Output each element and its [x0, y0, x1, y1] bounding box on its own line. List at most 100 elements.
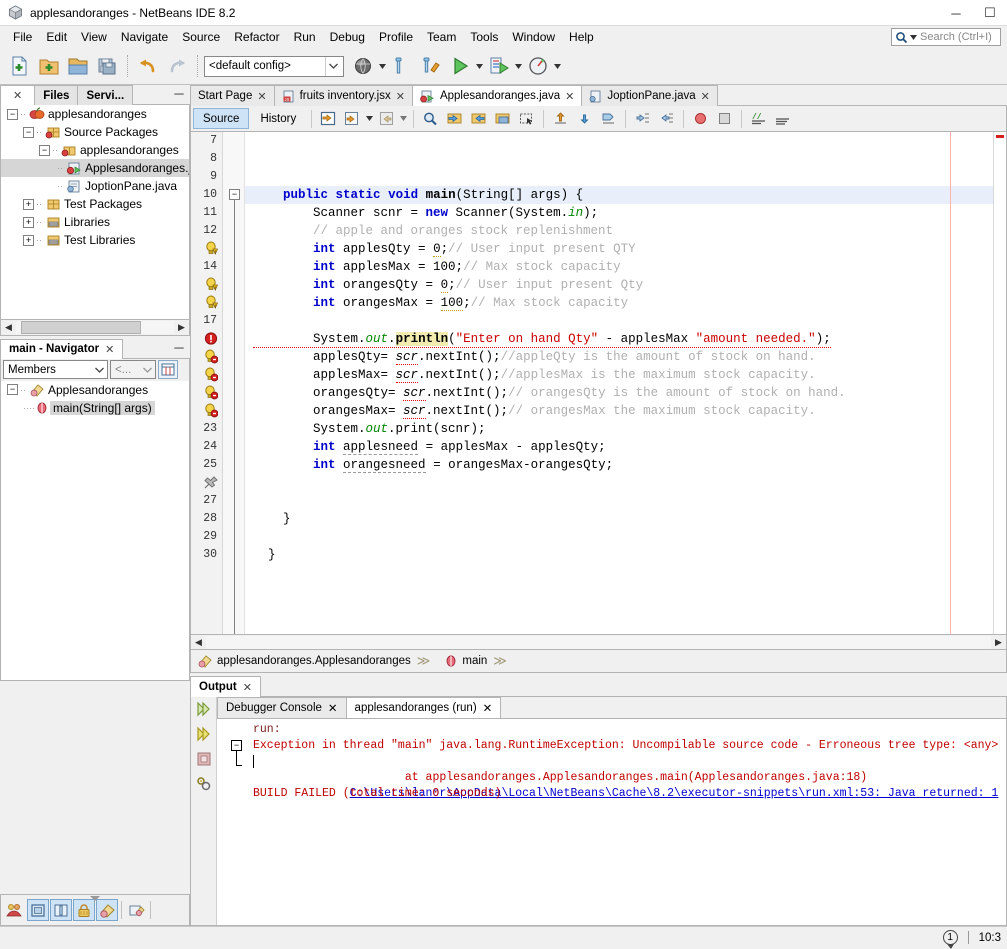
code-line[interactable]: public static void main(String[] args) {	[245, 186, 993, 204]
clean-build-button[interactable]	[388, 51, 416, 81]
tab-files[interactable]: Files	[34, 85, 78, 105]
tab-navigator[interactable]: main - Navigator ✕	[0, 339, 123, 359]
tab-applesandoranges-run[interactable]: applesandoranges (run) ✕	[346, 697, 502, 718]
chevron-down-icon[interactable]	[140, 367, 155, 373]
tree-row-joptionpane-java[interactable]: ·· JoptionPane.java	[1, 177, 189, 195]
output-window-icon[interactable]	[27, 899, 49, 921]
tab-history[interactable]: History	[250, 108, 306, 129]
close-icon[interactable]: ✕	[257, 90, 266, 103]
minimize-window-button[interactable]: ─	[168, 85, 190, 105]
rerun-icon[interactable]	[195, 701, 213, 720]
code-text-area[interactable]: public static void main(String[] args) {…	[245, 132, 993, 634]
previous-bookmark-icon[interactable]	[549, 108, 572, 130]
scroll-left-icon[interactable]: ◀	[191, 635, 206, 649]
tab-debugger-console[interactable]: Debugger Console ✕	[217, 697, 347, 718]
menu-run[interactable]: Run	[287, 28, 323, 46]
output-fold-toggle-icon[interactable]: −	[231, 740, 242, 751]
run-project-button[interactable]	[446, 51, 474, 81]
find-previous-icon[interactable]	[443, 108, 466, 130]
team-icon[interactable]	[4, 899, 26, 921]
breadcrumb-class[interactable]: applesandoranges.Applesandoranges	[217, 655, 411, 667]
menu-source[interactable]: Source	[175, 28, 227, 46]
error-bulb-icon[interactable]	[191, 402, 222, 420]
comment-icon[interactable]: //	[747, 108, 770, 130]
back-dropdown-arrow[interactable]	[365, 116, 374, 121]
run-dropdown-arrow[interactable]	[475, 64, 484, 69]
start-macro-recording-icon[interactable]	[689, 108, 712, 130]
code-editor[interactable]: 789101112!14!!1723242527282930 − public …	[190, 132, 1007, 635]
menu-view[interactable]: View	[74, 28, 114, 46]
editor-horizontal-scrollbar[interactable]: ◀ ▶	[190, 635, 1007, 650]
line-number[interactable]: 17	[191, 312, 222, 330]
code-line[interactable]: orangesMax= scr.nextInt();// orangesMax …	[245, 402, 993, 420]
shift-right-icon[interactable]	[655, 108, 678, 130]
error-bulb-icon[interactable]	[191, 366, 222, 384]
code-line[interactable]: System.out.print(scnr);	[245, 420, 993, 438]
minimize-navigator-button[interactable]: ─	[168, 339, 190, 359]
expander-icon[interactable]: +	[23, 199, 34, 210]
line-number[interactable]: 25	[191, 456, 222, 474]
line-number[interactable]: 9	[191, 168, 222, 186]
line-number[interactable]: 12	[191, 222, 222, 240]
stop-macro-recording-icon[interactable]	[713, 108, 736, 130]
line-number[interactable]: 30	[191, 546, 222, 564]
tab-applesandoranges-java[interactable]: Applesandoranges.java ✕	[412, 85, 582, 106]
close-icon[interactable]: ✕	[105, 343, 114, 356]
scroll-thumb[interactable]	[21, 321, 141, 334]
open-project-button[interactable]	[64, 51, 92, 81]
code-line[interactable]: }	[245, 546, 993, 564]
menu-refactor[interactable]: Refactor	[227, 28, 286, 46]
toggle-rectangular-selection-icon[interactable]	[515, 108, 538, 130]
expander-icon[interactable]: −	[7, 384, 18, 395]
error-stripe-mark[interactable]	[996, 135, 1004, 138]
code-line[interactable]	[245, 132, 993, 150]
line-number[interactable]: 27	[191, 492, 222, 510]
code-line[interactable]: Scanner scnr = new Scanner(System.in);	[245, 204, 993, 222]
scroll-track[interactable]	[206, 636, 991, 649]
project-config-combo[interactable]: <default config>	[204, 56, 344, 77]
error-bulb-icon[interactable]	[191, 348, 222, 366]
code-line[interactable]	[245, 528, 993, 546]
warning-bulb-icon[interactable]: !	[191, 276, 222, 294]
line-number[interactable]: 29	[191, 528, 222, 546]
scroll-right-icon[interactable]: ▶	[991, 635, 1006, 649]
navigator-row-method[interactable]: ···· main(String[] args)	[1, 399, 189, 417]
tree-row-package[interactable]: − ·· applesandoranges	[1, 141, 189, 159]
warning-bulb-icon[interactable]: !	[191, 240, 222, 258]
shift-left-icon[interactable]	[631, 108, 654, 130]
code-line[interactable]	[245, 312, 993, 330]
menu-help[interactable]: Help	[562, 28, 601, 46]
code-line[interactable]: orangesQty= scr.nextInt();// orangesQty …	[245, 384, 993, 402]
close-icon[interactable]: ✕	[565, 90, 574, 103]
uncomment-icon[interactable]	[771, 108, 794, 130]
menu-team[interactable]: Team	[420, 28, 463, 46]
inspector-icon[interactable]	[125, 899, 147, 921]
error-annotation-stripe[interactable]	[993, 132, 1006, 634]
code-line[interactable]: applesMax= scr.nextInt();//applesMax is …	[245, 366, 993, 384]
close-icon[interactable]: ✕	[13, 89, 22, 102]
menu-debug[interactable]: Debug	[323, 28, 372, 46]
tab-output[interactable]: Output ✕	[190, 676, 261, 697]
close-icon[interactable]: ✕	[483, 701, 493, 715]
close-icon[interactable]: ✕	[396, 90, 405, 103]
undo-button[interactable]	[134, 51, 162, 81]
tab-source[interactable]: Source	[193, 108, 249, 129]
chevron-down-icon[interactable]	[92, 367, 107, 373]
tree-row-test-packages[interactable]: + ·· Test Packages	[1, 195, 189, 213]
back-icon[interactable]	[341, 108, 364, 130]
tree-row-project[interactable]: − ·· applesandoranges	[1, 105, 189, 123]
code-line[interactable]: int applesQty = 0;// User input present …	[245, 240, 993, 258]
menu-edit[interactable]: Edit	[39, 28, 74, 46]
line-number-gutter[interactable]: 789101112!14!!1723242527282930	[191, 132, 223, 634]
search-input[interactable]: Search (Ctrl+I)	[891, 28, 1001, 46]
palette-icon[interactable]	[96, 899, 118, 921]
line-number[interactable]: 8	[191, 150, 222, 168]
code-line[interactable]	[245, 474, 993, 492]
scroll-right-icon[interactable]: ▶	[174, 320, 189, 334]
redo-button[interactable]	[163, 51, 191, 81]
forward-icon[interactable]	[375, 108, 398, 130]
tab-projects[interactable]: ✕	[0, 85, 35, 105]
stop-icon[interactable]	[195, 751, 213, 770]
navigator-scope-combo[interactable]: Members	[3, 360, 108, 379]
code-line[interactable]	[245, 150, 993, 168]
